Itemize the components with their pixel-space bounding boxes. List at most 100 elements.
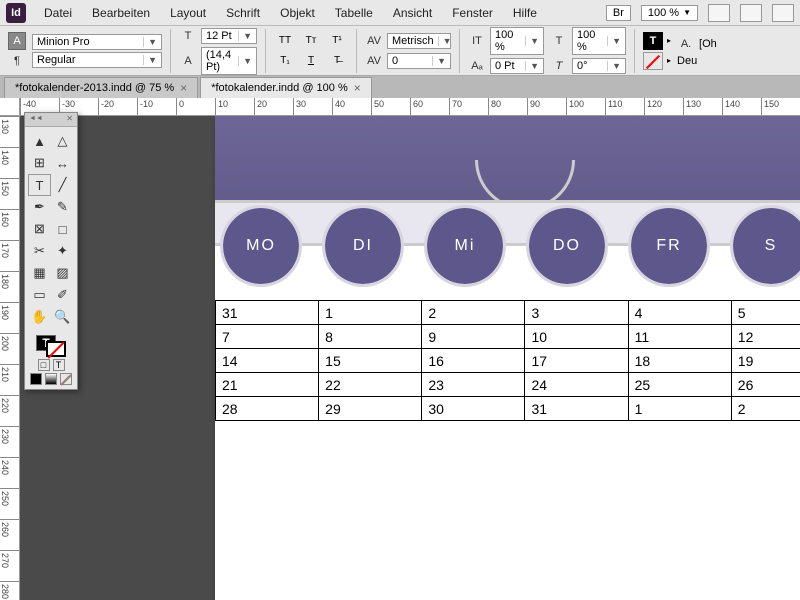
underline-icon[interactable]: T — [300, 52, 322, 70]
menu-fenster[interactable]: Fenster — [442, 2, 503, 24]
menu-hilfe[interactable]: Hilfe — [503, 2, 547, 24]
note-tool[interactable]: ▭ — [28, 284, 51, 306]
panel-header[interactable] — [25, 113, 77, 127]
close-icon[interactable]: × — [354, 81, 361, 95]
arrange-icon[interactable] — [772, 4, 794, 22]
calendar-cell[interactable]: 2 — [731, 397, 800, 421]
calendar-cell[interactable]: 29 — [319, 397, 422, 421]
calendar-cell[interactable]: 15 — [319, 349, 422, 373]
type-tool[interactable]: T — [28, 174, 51, 196]
font-size-input[interactable]: 12 Pt▼ — [201, 28, 257, 44]
calendar-cell[interactable]: 25 — [628, 373, 731, 397]
calendar-cell[interactable]: 2 — [422, 301, 525, 325]
eyedropper-tool[interactable]: ✐ — [51, 284, 74, 306]
leading-input[interactable]: (14,4 Pt)▼ — [201, 47, 257, 75]
vscale-input[interactable]: 100 %▼ — [490, 27, 544, 55]
calendar-cell[interactable]: 18 — [628, 349, 731, 373]
bridge-button[interactable]: Br — [606, 5, 631, 21]
tools-panel[interactable]: ▲ △ ⊞ ↔ T ╱ ✒ ✎ ⊠ □ ✂ ✦ ▦ ▨ ▭ ✐ ✋ 🔍 T □T — [24, 112, 78, 390]
calendar-cell[interactable]: 1 — [319, 301, 422, 325]
rectangle-tool[interactable]: □ — [51, 218, 74, 240]
calendar-cell[interactable]: 1 — [628, 397, 731, 421]
calendar-cell[interactable]: 28 — [216, 397, 319, 421]
gap-tool[interactable]: ↔ — [51, 152, 74, 174]
calendar-cell[interactable]: 9 — [422, 325, 525, 349]
view-mode-icon[interactable] — [708, 4, 730, 22]
calendar-cell[interactable]: 16 — [422, 349, 525, 373]
free-transform-tool[interactable]: ✦ — [51, 240, 74, 262]
calendar-cell[interactable]: 19 — [731, 349, 800, 373]
calendar-cell[interactable]: 26 — [731, 373, 800, 397]
apply-color-icon[interactable] — [30, 373, 42, 385]
calendar-cell[interactable]: 24 — [525, 373, 628, 397]
calendar-cell[interactable]: 10 — [525, 325, 628, 349]
selection-tool[interactable]: ▲ — [28, 130, 51, 152]
menu-ansicht[interactable]: Ansicht — [383, 2, 442, 24]
pencil-tool[interactable]: ✎ — [51, 196, 74, 218]
tracking-input[interactable]: 0▼ — [387, 53, 451, 69]
ruler-origin[interactable] — [0, 98, 20, 116]
lang-select[interactable]: Deu — [677, 55, 697, 67]
menu-tabelle[interactable]: Tabelle — [325, 2, 383, 24]
format-text-icon[interactable]: T — [53, 359, 65, 371]
strike-icon[interactable]: T̶ — [326, 52, 348, 70]
calendar-cell[interactable]: 11 — [628, 325, 731, 349]
smallcaps-icon[interactable]: Tᴛ — [300, 32, 322, 50]
close-icon[interactable]: × — [180, 81, 187, 95]
superscript-icon[interactable]: T¹ — [326, 32, 348, 50]
zoom-select[interactable]: 100 %▼ — [641, 5, 698, 21]
calendar-cell[interactable]: 14 — [216, 349, 319, 373]
calendar-cell[interactable]: 22 — [319, 373, 422, 397]
calendar-table[interactable]: 3112345789101112141516171819212223242526… — [215, 300, 800, 421]
vertical-ruler[interactable]: 1301401501601701801902002102202302402502… — [0, 116, 20, 600]
calendar-cell[interactable]: 31 — [216, 301, 319, 325]
calendar-cell[interactable]: 3 — [525, 301, 628, 325]
baseline-input[interactable]: 0 Pt▼ — [490, 58, 544, 74]
subscript-icon[interactable]: T₁ — [274, 52, 296, 70]
menu-bearbeiten[interactable]: Bearbeiten — [82, 2, 160, 24]
rectangle-frame-tool[interactable]: ⊠ — [28, 218, 51, 240]
menu-layout[interactable]: Layout — [160, 2, 216, 24]
doc-tab-1[interactable]: *fotokalender-2013.indd @ 75 %× — [4, 77, 198, 98]
calendar-cell[interactable]: 5 — [731, 301, 800, 325]
doc-tab-2[interactable]: *fotokalender.indd @ 100 %× — [200, 77, 372, 98]
scissors-tool[interactable]: ✂ — [28, 240, 51, 262]
apply-none-icon[interactable] — [60, 373, 72, 385]
menu-schrift[interactable]: Schrift — [216, 2, 270, 24]
kerning-input[interactable]: Metrisch▼ — [387, 33, 451, 49]
format-container-icon[interactable]: □ — [38, 359, 50, 371]
calendar-cell[interactable]: 17 — [525, 349, 628, 373]
calendar-cell[interactable]: 31 — [525, 397, 628, 421]
char-style[interactable]: [Oh — [699, 38, 717, 50]
calendar-cell[interactable]: 8 — [319, 325, 422, 349]
gradient-swatch-tool[interactable]: ▦ — [28, 262, 51, 284]
skew-input[interactable]: 0°▼ — [572, 58, 626, 74]
document-page[interactable]: MODIMiDOFRS 3112345789101112141516171819… — [215, 116, 800, 600]
fill-stroke-control[interactable]: T — [36, 335, 66, 357]
line-tool[interactable]: ╱ — [51, 174, 74, 196]
gradient-feather-tool[interactable]: ▨ — [51, 262, 74, 284]
font-style-select[interactable]: Regular▼ — [32, 52, 162, 68]
menu-datei[interactable]: Datei — [34, 2, 82, 24]
para-format-icon[interactable]: ¶ — [8, 52, 26, 70]
calendar-cell[interactable]: 4 — [628, 301, 731, 325]
calendar-cell[interactable]: 23 — [422, 373, 525, 397]
char-format-icon[interactable]: A — [8, 32, 26, 50]
canvas[interactable]: MODIMiDOFRS 3112345789101112141516171819… — [20, 116, 800, 600]
page-tool[interactable]: ⊞ — [28, 152, 51, 174]
menu-objekt[interactable]: Objekt — [270, 2, 325, 24]
calendar-cell[interactable]: 12 — [731, 325, 800, 349]
zoom-tool[interactable]: 🔍 — [51, 306, 74, 328]
pen-tool[interactable]: ✒ — [28, 196, 51, 218]
direct-selection-tool[interactable]: △ — [51, 130, 74, 152]
calendar-cell[interactable]: 21 — [216, 373, 319, 397]
font-select[interactable]: Minion Pro▼ — [32, 34, 162, 50]
calendar-cell[interactable]: 7 — [216, 325, 319, 349]
hand-tool[interactable]: ✋ — [28, 306, 51, 328]
horizontal-ruler[interactable]: -40-30-20-100102030405060708090100110120… — [20, 98, 800, 116]
fill-swatch[interactable]: T — [643, 32, 663, 50]
allcaps-icon[interactable]: TT — [274, 32, 296, 50]
hscale-input[interactable]: 100 %▼ — [572, 27, 626, 55]
calendar-cell[interactable]: 30 — [422, 397, 525, 421]
apply-gradient-icon[interactable] — [45, 373, 57, 385]
